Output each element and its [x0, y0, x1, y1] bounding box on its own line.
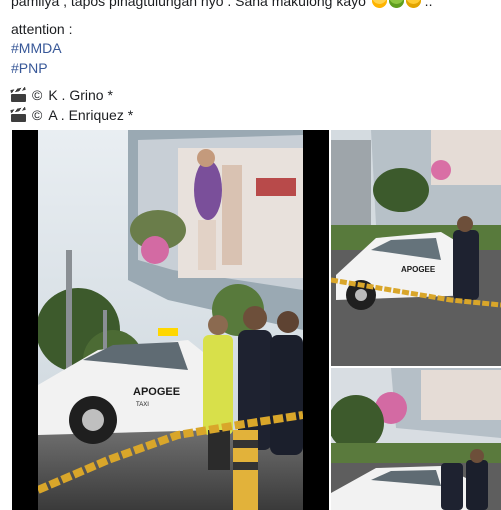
- copyright-symbol: ©: [32, 87, 43, 103]
- credit-name: A . Enriquez *: [48, 106, 134, 123]
- attention-label: attention :: [11, 20, 73, 37]
- credit-line-1: © K . Grino *: [10, 86, 501, 106]
- nauseated-face-icon: [388, 0, 404, 8]
- credit-name: K . Grino *: [48, 87, 113, 103]
- angry-face-icon: [405, 0, 421, 8]
- taxi-sign: APOGEE: [133, 386, 180, 398]
- screaming-face-icon: [371, 0, 387, 8]
- post-line-1-text: pamilya , tapos pinagtulungan nyo . Sana…: [11, 0, 366, 9]
- photo-grid: APOGEE TAXI APOGEE: [12, 130, 501, 510]
- credit-line-2: © A . Enriquez *: [10, 106, 501, 126]
- taxi-sign: APOGEE: [401, 265, 436, 274]
- post-line-1: pamilya , tapos pinagtulungan nyo . Sana…: [11, 0, 501, 12]
- clapper-board-icon: [10, 87, 26, 103]
- post-line-1-trailing: ..: [420, 0, 433, 9]
- post-text: pamilya , tapos pinagtulungan nyo . Sana…: [10, 0, 501, 126]
- side-photo-top[interactable]: APOGEE: [331, 130, 501, 366]
- clapper-board-icon: [10, 106, 26, 122]
- main-photo[interactable]: APOGEE TAXI: [12, 130, 329, 510]
- copyright-symbol: ©: [32, 106, 43, 123]
- taxi-sublabel: TAXI: [136, 402, 149, 408]
- side-photo-bottom[interactable]: [331, 368, 501, 510]
- hashtag-mmda-link[interactable]: #MMDA: [11, 39, 501, 59]
- hashtag-pnp-link[interactable]: #PNP: [11, 59, 501, 79]
